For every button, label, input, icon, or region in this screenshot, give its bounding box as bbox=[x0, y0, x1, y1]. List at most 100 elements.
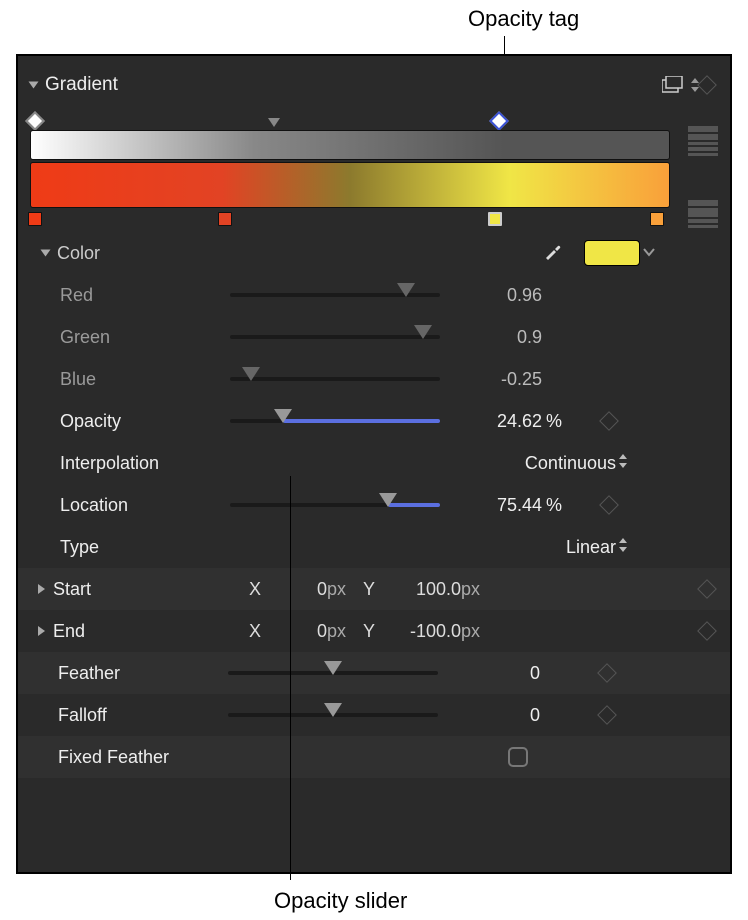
feather-slider-thumb[interactable] bbox=[324, 661, 342, 675]
color-disclosure-icon[interactable] bbox=[41, 250, 51, 257]
color-stop-1[interactable] bbox=[28, 212, 42, 226]
opacity-midpoint-icon[interactable] bbox=[268, 118, 280, 127]
start-y-unit: px bbox=[461, 579, 491, 600]
location-keyframe-icon[interactable] bbox=[599, 495, 619, 515]
feather-slider[interactable] bbox=[228, 671, 438, 675]
fixed-feather-checkbox[interactable] bbox=[508, 747, 528, 767]
gradient-header-row: Gradient bbox=[18, 64, 730, 106]
gradient-disclosure-icon[interactable] bbox=[29, 82, 39, 89]
start-y-value[interactable]: 100.0 bbox=[381, 579, 461, 600]
interpolation-label: Interpolation bbox=[60, 453, 230, 474]
start-keyframe-icon[interactable] bbox=[697, 579, 717, 599]
gradient-editor bbox=[18, 106, 730, 226]
opacity-slider-fill bbox=[283, 419, 441, 423]
falloff-keyframe-icon[interactable] bbox=[597, 705, 617, 725]
color-stop-3-selected[interactable] bbox=[488, 212, 502, 226]
color-stop-4[interactable] bbox=[650, 212, 664, 226]
end-keyframe-icon[interactable] bbox=[697, 621, 717, 641]
eyedropper-icon[interactable] bbox=[542, 240, 564, 267]
end-x-label: X bbox=[243, 621, 267, 642]
blue-value[interactable]: -0.25 bbox=[456, 369, 546, 390]
end-y-value[interactable]: -100.0 bbox=[381, 621, 461, 642]
green-label: Green bbox=[60, 327, 230, 348]
opacity-tag-start[interactable] bbox=[25, 111, 45, 131]
location-slider[interactable] bbox=[230, 503, 440, 507]
color-chevron-icon[interactable] bbox=[642, 243, 658, 264]
falloff-row: Falloff 0 bbox=[18, 694, 730, 736]
end-label: End bbox=[53, 621, 193, 642]
blue-slider-thumb[interactable] bbox=[242, 367, 260, 381]
start-x-value[interactable]: 0 bbox=[267, 579, 327, 600]
opacity-label: Opacity bbox=[60, 411, 230, 432]
location-slider-thumb[interactable] bbox=[379, 493, 397, 507]
color-reverse-icon[interactable] bbox=[688, 214, 718, 228]
color-swatch[interactable] bbox=[584, 240, 640, 266]
opacity-keyframe-icon[interactable] bbox=[599, 411, 619, 431]
end-row: End X 0 px Y -100.0 px bbox=[18, 610, 730, 652]
feather-keyframe-icon[interactable] bbox=[597, 663, 617, 683]
feather-row: Feather 0 bbox=[18, 652, 730, 694]
falloff-label: Falloff bbox=[58, 705, 228, 726]
location-row: Location 75.44 % bbox=[18, 484, 730, 526]
feather-label: Feather bbox=[58, 663, 228, 684]
end-x-value[interactable]: 0 bbox=[267, 621, 327, 642]
color-stop-2[interactable] bbox=[218, 212, 232, 226]
location-unit: % bbox=[546, 495, 576, 516]
opacity-gradient-bar[interactable] bbox=[30, 130, 670, 160]
gradient-keyframe-icon[interactable] bbox=[697, 75, 717, 95]
red-slider-thumb[interactable] bbox=[397, 283, 415, 297]
falloff-slider[interactable] bbox=[228, 713, 438, 717]
red-label: Red bbox=[60, 285, 230, 306]
red-slider[interactable] bbox=[230, 293, 440, 297]
start-disclosure-icon[interactable] bbox=[38, 584, 45, 594]
start-row: Start X 0 px Y 100.0 px bbox=[18, 568, 730, 610]
color-distribute-icon[interactable] bbox=[688, 200, 718, 214]
falloff-value[interactable]: 0 bbox=[454, 705, 544, 726]
type-row: Type Linear bbox=[18, 526, 730, 568]
callout-line-bottom bbox=[290, 476, 291, 880]
gradient-inspector-panel: Gradient Color bbox=[16, 54, 732, 874]
interpolation-row: Interpolation Continuous bbox=[18, 442, 730, 484]
end-x-unit: px bbox=[327, 621, 357, 642]
end-y-label: Y bbox=[357, 621, 381, 642]
blue-label: Blue bbox=[60, 369, 230, 390]
red-row: Red 0.96 bbox=[18, 274, 730, 316]
opacity-slider-thumb[interactable] bbox=[274, 409, 292, 423]
callout-opacity-slider: Opacity slider bbox=[274, 888, 407, 914]
opacity-distribute-icon[interactable] bbox=[688, 126, 718, 140]
type-value[interactable]: Linear bbox=[566, 537, 616, 558]
color-header-row: Color bbox=[18, 232, 730, 274]
blue-slider[interactable] bbox=[230, 377, 440, 381]
location-value[interactable]: 75.44 bbox=[456, 495, 546, 516]
green-slider[interactable] bbox=[230, 335, 440, 339]
color-gradient-bar[interactable] bbox=[30, 162, 670, 208]
feather-value[interactable]: 0 bbox=[454, 663, 544, 684]
opacity-value[interactable]: 24.62 bbox=[456, 411, 546, 432]
gradient-preset-icon[interactable] bbox=[662, 76, 684, 94]
fixed-feather-row: Fixed Feather bbox=[18, 736, 730, 778]
type-label: Type bbox=[60, 537, 230, 558]
start-x-label: X bbox=[243, 579, 267, 600]
type-stepper-icon[interactable] bbox=[618, 536, 628, 559]
start-label: Start bbox=[53, 579, 193, 600]
gradient-title: Gradient bbox=[45, 74, 662, 96]
opacity-row: Opacity 24.62 % bbox=[18, 400, 730, 442]
red-value[interactable]: 0.96 bbox=[456, 285, 546, 306]
green-slider-thumb[interactable] bbox=[414, 325, 432, 339]
opacity-unit: % bbox=[546, 411, 576, 432]
opacity-reverse-icon[interactable] bbox=[688, 142, 718, 156]
start-x-unit: px bbox=[327, 579, 357, 600]
color-section-label: Color bbox=[57, 243, 100, 264]
green-value[interactable]: 0.9 bbox=[456, 327, 546, 348]
end-y-unit: px bbox=[461, 621, 491, 642]
fixed-feather-label: Fixed Feather bbox=[58, 747, 258, 768]
interpolation-stepper-icon[interactable] bbox=[618, 452, 628, 475]
callout-opacity-tag: Opacity tag bbox=[468, 6, 579, 32]
interpolation-value[interactable]: Continuous bbox=[525, 453, 616, 474]
falloff-slider-thumb[interactable] bbox=[324, 703, 342, 717]
opacity-tag-selected[interactable] bbox=[489, 111, 509, 131]
end-disclosure-icon[interactable] bbox=[38, 626, 45, 636]
opacity-slider[interactable] bbox=[230, 419, 440, 423]
location-label: Location bbox=[60, 495, 230, 516]
green-row: Green 0.9 bbox=[18, 316, 730, 358]
